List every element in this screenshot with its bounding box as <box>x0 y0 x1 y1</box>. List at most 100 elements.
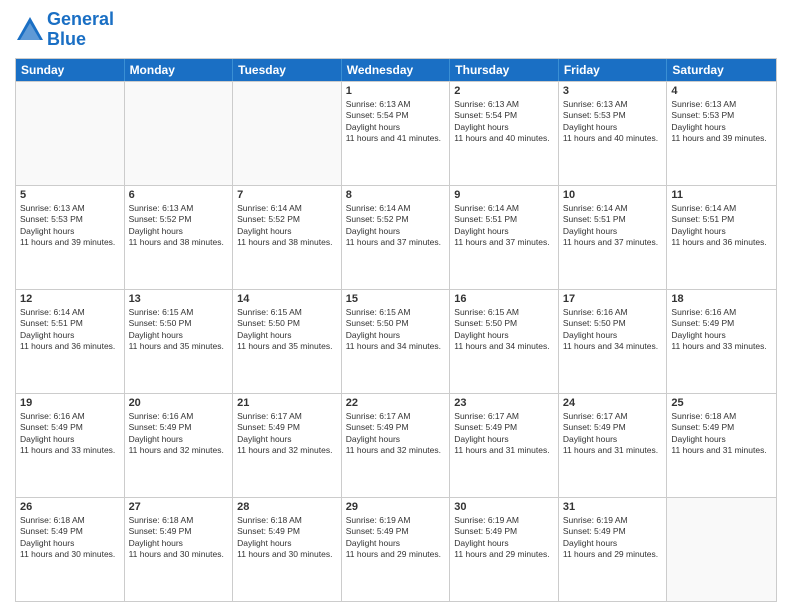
day-number: 21 <box>237 397 337 409</box>
day-cell-18: 18 Sunrise: 6:16 AMSunset: 5:49 PMDayligh… <box>667 290 776 393</box>
day-number: 18 <box>671 293 772 305</box>
cell-info: Sunrise: 6:14 AMSunset: 5:51 PMDaylight … <box>20 307 120 353</box>
calendar-body: 1Sunrise: 6:13 AMSunset: 5:54 PMDaylight… <box>16 81 776 601</box>
day-number: 22 <box>346 397 446 409</box>
day-number: 9 <box>454 189 554 201</box>
day-cell-13: 13 Sunrise: 6:15 AMSunset: 5:50 PMDayligh… <box>125 290 234 393</box>
day-cell-30: 30Sunrise: 6:19 AMSunset: 5:49 PMDayligh… <box>450 498 559 601</box>
day-cell-9: 9 Sunrise: 6:14 AMSunset: 5:51 PMDaylight… <box>450 186 559 289</box>
logo-text: General Blue <box>47 10 114 50</box>
cell-info: Sunrise: 6:13 AMSunset: 5:53 PMDaylight … <box>20 203 120 249</box>
day-number: 13 <box>129 293 229 305</box>
page: General Blue SundayMondayTuesdayWednesda… <box>0 0 792 612</box>
header: General Blue <box>15 10 777 50</box>
cell-info: Sunrise: 6:18 AMSunset: 5:49 PMDaylight … <box>129 515 229 561</box>
cell-info: Sunrise: 6:18 AMSunset: 5:49 PMDaylight … <box>20 515 120 561</box>
cell-info: Sunrise: 6:16 AMSunset: 5:49 PMDaylight … <box>671 307 772 353</box>
calendar: SundayMondayTuesdayWednesdayThursdayFrid… <box>15 58 777 602</box>
weekday-header-sunday: Sunday <box>16 59 125 81</box>
day-cell-8: 8 Sunrise: 6:14 AMSunset: 5:52 PMDaylight… <box>342 186 451 289</box>
day-cell-16: 16 Sunrise: 6:15 AMSunset: 5:50 PMDayligh… <box>450 290 559 393</box>
day-number: 23 <box>454 397 554 409</box>
day-cell-2: 2 Sunrise: 6:13 AMSunset: 5:54 PMDaylight… <box>450 82 559 185</box>
day-cell-26: 26 Sunrise: 6:18 AMSunset: 5:49 PMDayligh… <box>16 498 125 601</box>
day-cell-17: 17Sunrise: 6:16 AMSunset: 5:50 PMDayligh… <box>559 290 668 393</box>
day-number: 31 <box>563 501 663 513</box>
day-number: 27 <box>129 501 229 513</box>
cell-info: Sunrise: 6:16 AMSunset: 5:50 PMDaylight … <box>563 307 663 353</box>
cell-info: Sunrise: 6:18 AMSunset: 5:49 PMDaylight … <box>237 515 337 561</box>
cell-info: Sunrise: 6:15 AMSunset: 5:50 PMDaylight … <box>129 307 229 353</box>
cell-info: Sunrise: 6:13 AMSunset: 5:53 PMDaylight … <box>563 99 663 145</box>
calendar-row-1: 5Sunrise: 6:13 AMSunset: 5:53 PMDaylight… <box>16 185 776 289</box>
day-cell-10: 10 Sunrise: 6:14 AMSunset: 5:51 PMDayligh… <box>559 186 668 289</box>
day-number: 30 <box>454 501 554 513</box>
day-number: 11 <box>671 189 772 201</box>
calendar-header: SundayMondayTuesdayWednesdayThursdayFrid… <box>16 59 776 81</box>
day-cell-31: 31 Sunrise: 6:19 AMSunset: 5:49 PMDayligh… <box>559 498 668 601</box>
cell-info: Sunrise: 6:13 AMSunset: 5:54 PMDaylight … <box>454 99 554 145</box>
cell-info: Sunrise: 6:13 AMSunset: 5:54 PMDaylight … <box>346 99 446 145</box>
weekday-header-tuesday: Tuesday <box>233 59 342 81</box>
day-cell-21: 21Sunrise: 6:17 AMSunset: 5:49 PMDayligh… <box>233 394 342 497</box>
day-number: 6 <box>129 189 229 201</box>
day-number: 16 <box>454 293 554 305</box>
logo: General Blue <box>15 10 114 50</box>
day-number: 12 <box>20 293 120 305</box>
weekday-header-saturday: Saturday <box>667 59 776 81</box>
empty-cell-0-0 <box>16 82 125 185</box>
day-cell-24: 24 Sunrise: 6:17 AMSunset: 5:49 PMDayligh… <box>559 394 668 497</box>
cell-info: Sunrise: 6:14 AMSunset: 5:52 PMDaylight … <box>346 203 446 249</box>
day-number: 28 <box>237 501 337 513</box>
logo-icon <box>15 15 45 45</box>
cell-info: Sunrise: 6:15 AMSunset: 5:50 PMDaylight … <box>454 307 554 353</box>
day-cell-23: 23Sunrise: 6:17 AMSunset: 5:49 PMDayligh… <box>450 394 559 497</box>
day-cell-5: 5Sunrise: 6:13 AMSunset: 5:53 PMDaylight… <box>16 186 125 289</box>
day-cell-22: 22 Sunrise: 6:17 AMSunset: 5:49 PMDayligh… <box>342 394 451 497</box>
day-cell-29: 29Sunrise: 6:19 AMSunset: 5:49 PMDayligh… <box>342 498 451 601</box>
calendar-row-2: 12 Sunrise: 6:14 AMSunset: 5:51 PMDayligh… <box>16 289 776 393</box>
cell-info: Sunrise: 6:17 AMSunset: 5:49 PMDaylight … <box>346 411 446 457</box>
day-cell-11: 11 Sunrise: 6:14 AMSunset: 5:51 PMDayligh… <box>667 186 776 289</box>
cell-info: Sunrise: 6:19 AMSunset: 5:49 PMDaylight … <box>563 515 663 561</box>
cell-info: Sunrise: 6:15 AMSunset: 5:50 PMDaylight … <box>346 307 446 353</box>
day-number: 19 <box>20 397 120 409</box>
day-cell-19: 19 Sunrise: 6:16 AMSunset: 5:49 PMDayligh… <box>16 394 125 497</box>
day-cell-14: 14 Sunrise: 6:15 AMSunset: 5:50 PMDayligh… <box>233 290 342 393</box>
cell-info: Sunrise: 6:13 AMSunset: 5:52 PMDaylight … <box>129 203 229 249</box>
day-cell-1: 1Sunrise: 6:13 AMSunset: 5:54 PMDaylight… <box>342 82 451 185</box>
day-number: 8 <box>346 189 446 201</box>
day-number: 14 <box>237 293 337 305</box>
day-number: 24 <box>563 397 663 409</box>
cell-info: Sunrise: 6:14 AMSunset: 5:51 PMDaylight … <box>563 203 663 249</box>
day-cell-6: 6 Sunrise: 6:13 AMSunset: 5:52 PMDaylight… <box>125 186 234 289</box>
calendar-row-0: 1Sunrise: 6:13 AMSunset: 5:54 PMDaylight… <box>16 81 776 185</box>
day-number: 7 <box>237 189 337 201</box>
cell-info: Sunrise: 6:18 AMSunset: 5:49 PMDaylight … <box>671 411 772 457</box>
weekday-header-friday: Friday <box>559 59 668 81</box>
cell-info: Sunrise: 6:15 AMSunset: 5:50 PMDaylight … <box>237 307 337 353</box>
cell-info: Sunrise: 6:17 AMSunset: 5:49 PMDaylight … <box>563 411 663 457</box>
day-number: 25 <box>671 397 772 409</box>
cell-info: Sunrise: 6:14 AMSunset: 5:51 PMDaylight … <box>454 203 554 249</box>
day-number: 10 <box>563 189 663 201</box>
weekday-header-wednesday: Wednesday <box>342 59 451 81</box>
day-number: 3 <box>563 85 663 97</box>
calendar-row-4: 26 Sunrise: 6:18 AMSunset: 5:49 PMDayligh… <box>16 497 776 601</box>
day-cell-28: 28 Sunrise: 6:18 AMSunset: 5:49 PMDayligh… <box>233 498 342 601</box>
empty-cell-4-6 <box>667 498 776 601</box>
day-number: 4 <box>671 85 772 97</box>
day-cell-15: 15Sunrise: 6:15 AMSunset: 5:50 PMDayligh… <box>342 290 451 393</box>
empty-cell-0-1 <box>125 82 234 185</box>
cell-info: Sunrise: 6:14 AMSunset: 5:51 PMDaylight … <box>671 203 772 249</box>
day-number: 26 <box>20 501 120 513</box>
cell-info: Sunrise: 6:16 AMSunset: 5:49 PMDaylight … <box>20 411 120 457</box>
weekday-header-monday: Monday <box>125 59 234 81</box>
empty-cell-0-2 <box>233 82 342 185</box>
cell-info: Sunrise: 6:16 AMSunset: 5:49 PMDaylight … <box>129 411 229 457</box>
day-cell-3: 3 Sunrise: 6:13 AMSunset: 5:53 PMDaylight… <box>559 82 668 185</box>
day-cell-7: 7 Sunrise: 6:14 AMSunset: 5:52 PMDaylight… <box>233 186 342 289</box>
cell-info: Sunrise: 6:14 AMSunset: 5:52 PMDaylight … <box>237 203 337 249</box>
day-cell-4: 4Sunrise: 6:13 AMSunset: 5:53 PMDaylight… <box>667 82 776 185</box>
day-number: 2 <box>454 85 554 97</box>
